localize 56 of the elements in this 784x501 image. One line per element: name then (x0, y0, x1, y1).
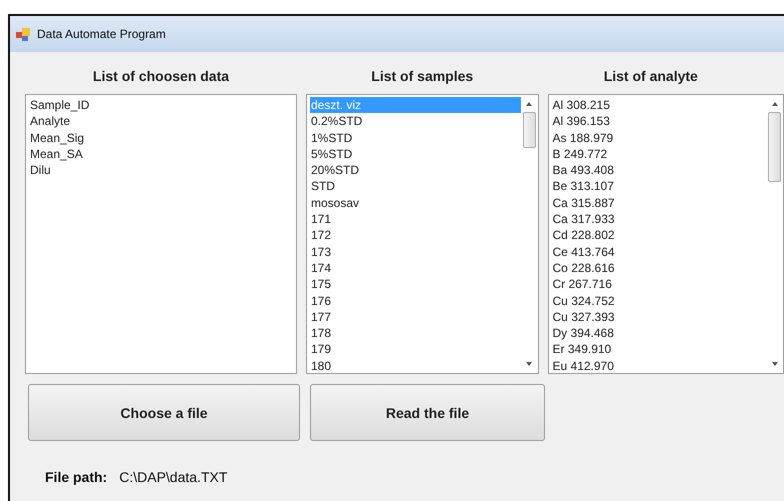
list-item[interactable]: 178 (310, 325, 521, 342)
list-item[interactable]: 5%STD (310, 146, 521, 162)
scroll-thumb[interactable] (768, 112, 781, 182)
scroll-up-icon[interactable] (770, 101, 778, 107)
scroll-down-icon[interactable] (525, 361, 534, 367)
list-item[interactable]: 180 (310, 358, 521, 373)
list-item[interactable]: mososav (310, 194, 521, 212)
list-item[interactable]: 175 (310, 276, 521, 293)
list-item[interactable]: Co 228.616 (552, 260, 766, 276)
list-item[interactable]: 1%STD (310, 130, 521, 146)
list-item[interactable]: Analyte (29, 113, 293, 130)
list-item[interactable]: Ca 317.933 (552, 211, 766, 228)
list-item[interactable]: 177 (310, 308, 521, 326)
list-item[interactable]: 172 (310, 227, 521, 244)
scroll-down-icon[interactable] (770, 361, 778, 367)
list-item[interactable]: B 249.772 (552, 146, 766, 162)
list-item[interactable]: Dy 394.468 (552, 325, 766, 342)
list-item[interactable]: 0.2%STD (310, 113, 521, 130)
column-heading: List of choosen data (92, 68, 230, 86)
list-item[interactable]: 176 (310, 292, 521, 309)
list-item[interactable]: Eu 412.970 (552, 358, 766, 373)
list-box[interactable]: deszt. viz 0.2%STD 1%STD 5%STD 20%STD STD mososav 171 172 173 174 175 176 177 178 179 180 (306, 94, 539, 374)
app-icon (16, 27, 32, 41)
list-item[interactable]: 173 (310, 244, 521, 260)
list-item[interactable]: Dilu (29, 162, 293, 178)
scroll-thumb[interactable] (522, 112, 536, 148)
list-item[interactable]: As 188.979 (552, 130, 766, 146)
window-title: Data Automate Program (37, 27, 166, 41)
action-button[interactable]: Choose a file (28, 384, 300, 441)
list-item[interactable]: Cu 324.752 (552, 292, 766, 309)
scroll-up-icon[interactable] (525, 101, 534, 107)
column-heading: List of analyte (602, 68, 699, 86)
list-item[interactable]: Al 308.215 (552, 97, 766, 114)
file-path-label: File path: (45, 469, 108, 485)
list-item[interactable]: Ba 493.408 (552, 162, 766, 178)
list-item[interactable]: Sample_ID (29, 97, 293, 114)
list-item[interactable]: 174 (310, 260, 521, 276)
list-item[interactable]: Cr 267.716 (552, 276, 766, 293)
list-item[interactable]: 171 (310, 211, 521, 228)
file-path-value: C:\DAP\data.TXT (119, 469, 228, 485)
list-item[interactable]: Mean_SA (29, 146, 293, 162)
list-item[interactable]: Ce 413.764 (552, 244, 766, 260)
list-item[interactable]: 20%STD (310, 162, 521, 178)
list-item[interactable]: Al 396.153 (552, 113, 766, 130)
list-item[interactable]: STD (310, 178, 521, 195)
list-item[interactable]: Er 349.910 (552, 341, 766, 358)
list-item[interactable]: 179 (310, 341, 521, 358)
list-item[interactable]: Mean_Sig (29, 130, 293, 146)
list-box[interactable]: Sample_ID Analyte Mean_Sig Mean_SA Dilu (25, 94, 297, 374)
list-item[interactable]: Cu 327.393 (552, 308, 766, 326)
list-item[interactable]: Ca 315.887 (552, 194, 766, 212)
list-item[interactable]: Be 313.107 (552, 178, 766, 195)
list-box[interactable]: Al 308.215 Al 396.153 As 188.979 B 249.772 Ba 493.408 Be 313.107 Ca 315.887 Ca 317.933 Cd 228.802 Ce 413.764 Co 228.616 Cr 267.716 Cu 324.752 Cu 327.393 Dy 394.468 Er 349.910 Eu 412.970 (548, 94, 784, 374)
column-heading: List of samples (370, 68, 474, 86)
action-button[interactable]: Read the file (310, 384, 545, 441)
list-item[interactable]: Cd 228.802 (552, 227, 766, 244)
